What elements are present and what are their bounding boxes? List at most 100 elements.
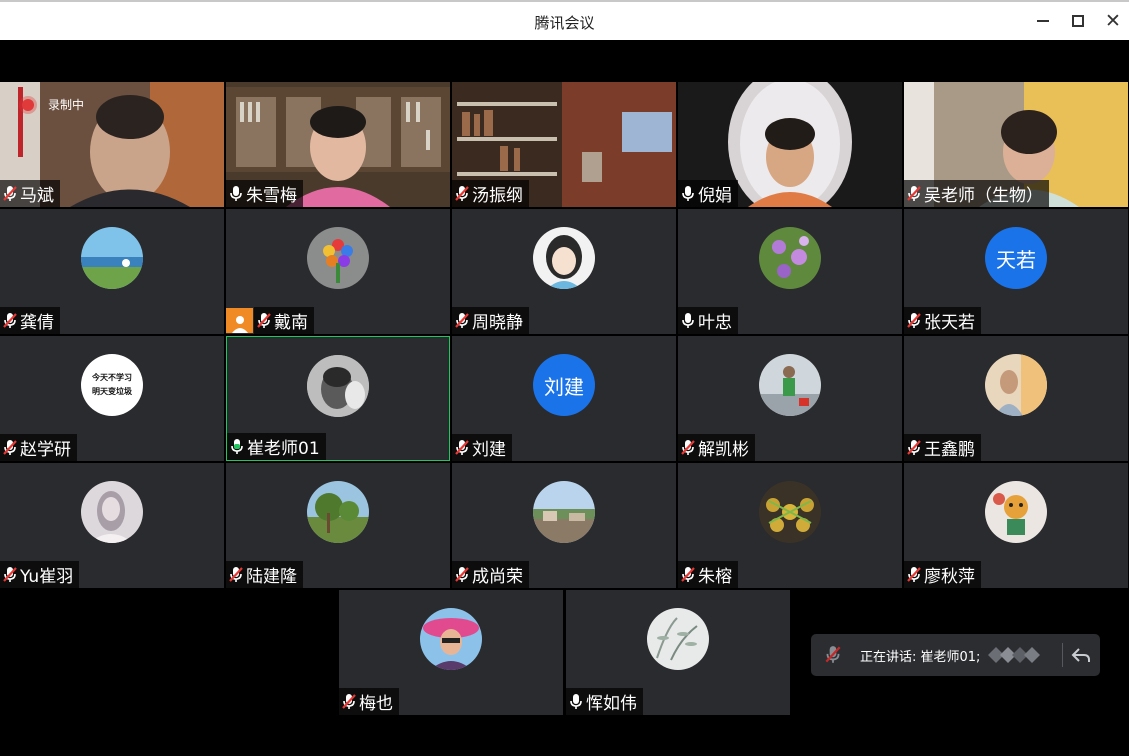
mic-muted-icon [454, 184, 470, 202]
participant-label: 刘建 [452, 434, 512, 461]
mic-muted-icon [2, 311, 18, 329]
participant-label: 解凯彬 [678, 434, 755, 461]
participant-tile[interactable]: 叶忠 [678, 209, 902, 334]
participant-tile[interactable]: 王鑫鹏 [904, 336, 1128, 461]
maximize-button[interactable] [1063, 8, 1093, 34]
maximize-icon [1072, 15, 1084, 27]
mic-muted-icon [906, 184, 922, 202]
recording-dot-icon [22, 98, 34, 111]
participant-label: Yu崔羽 [0, 561, 80, 588]
close-icon: ✕ [1105, 9, 1121, 32]
participant-tile[interactable]: 天若 张天若 [904, 209, 1128, 334]
avatar [81, 227, 143, 289]
recording-indicator: 录制中 [22, 96, 84, 113]
participant-tile-speaking[interactable]: 崔老师01 [226, 336, 450, 461]
avatar [533, 227, 595, 289]
participant-name: 朱雪梅 [246, 186, 297, 206]
participant-label: 朱雪梅 [226, 180, 303, 207]
participant-name: 解凯彬 [698, 440, 749, 460]
minimize-icon [1037, 20, 1049, 22]
recording-label: 录制中 [48, 98, 85, 112]
reply-back-icon[interactable] [1070, 644, 1092, 666]
participant-tile[interactable]: 倪娟 [678, 82, 902, 207]
participant-name: 崔老师01 [247, 439, 320, 459]
avatar [759, 354, 821, 416]
avatar [759, 481, 821, 543]
participant-label: 赵学研 [0, 434, 77, 461]
participant-name: 龚倩 [20, 313, 54, 333]
avatar-line-2: 明天变垃圾 [92, 387, 132, 396]
participant-name: 倪娟 [698, 186, 732, 206]
mic-on-icon [682, 311, 694, 329]
participant-name: 恽如伟 [586, 694, 637, 714]
mic-muted-icon [906, 438, 922, 456]
participant-label: 倪娟 [678, 180, 738, 207]
redacted-names [988, 647, 1041, 663]
participant-tile[interactable]: 朱雪梅 [226, 82, 450, 207]
participant-tile[interactable]: 廖秋萍 [904, 463, 1128, 588]
participant-name: 张天若 [924, 313, 975, 333]
participant-label: 廖秋萍 [904, 561, 981, 588]
participant-tile[interactable]: 朱榕 [678, 463, 902, 588]
participant-label: 戴南 [254, 307, 314, 334]
avatar [307, 355, 369, 417]
participant-tile[interactable]: 今天不学习 明天变垃圾 赵学研 [0, 336, 224, 461]
mic-muted-icon [2, 438, 18, 456]
participant-label: 恽如伟 [566, 688, 643, 715]
mic-muted-icon [680, 438, 696, 456]
avatar-text-image: 今天不学习 明天变垃圾 [81, 354, 143, 416]
participant-tile[interactable]: 刘建 刘建 [452, 336, 676, 461]
avatar [307, 227, 369, 289]
participant-name: 朱榕 [698, 567, 732, 587]
mic-muted-icon [454, 438, 470, 456]
mic-muted-icon [906, 311, 922, 329]
participant-name: 成尚荣 [472, 567, 523, 587]
avatar [759, 227, 821, 289]
avatar [81, 481, 143, 543]
avatar [307, 481, 369, 543]
participant-name: 戴南 [274, 313, 308, 333]
avatar [985, 481, 1047, 543]
participant-label: 朱榕 [678, 561, 738, 588]
participant-tile[interactable]: 戴南 [226, 209, 450, 334]
participant-label: 梅也 [339, 688, 399, 715]
avatar [420, 608, 482, 670]
mic-muted-icon [906, 565, 922, 583]
participant-tile[interactable]: 陆建隆 [226, 463, 450, 588]
participant-label: 龚倩 [0, 307, 60, 334]
mic-muted-icon[interactable] [823, 645, 843, 665]
participant-tile[interactable]: 成尚荣 [452, 463, 676, 588]
participant-label: 崔老师01 [227, 433, 326, 460]
mic-muted-icon [256, 311, 272, 329]
participant-label: 王鑫鹏 [904, 434, 981, 461]
participant-label: 汤振纲 [452, 180, 529, 207]
mic-speaking-icon [231, 437, 243, 455]
participant-name: 周晓静 [472, 313, 523, 333]
close-button[interactable]: ✕ [1098, 8, 1128, 34]
participant-label: 陆建隆 [226, 561, 303, 588]
active-speaker-label: 正在讲话: 崔老师01; [860, 649, 981, 665]
participant-tile[interactable]: 龚倩 [0, 209, 224, 334]
mic-muted-icon [2, 565, 18, 583]
participant-tile[interactable]: 恽如伟 [566, 590, 790, 715]
avatar [647, 608, 709, 670]
participant-label: 张天若 [904, 307, 981, 334]
participant-label: 周晓静 [452, 307, 529, 334]
avatar-initials: 天若 [985, 227, 1047, 289]
participant-tile[interactable]: Yu崔羽 [0, 463, 224, 588]
participant-name: 赵学研 [20, 440, 71, 460]
participant-tile[interactable]: 录制中 马斌 [0, 82, 224, 207]
participant-tile[interactable]: 解凯彬 [678, 336, 902, 461]
participant-tile[interactable]: 梅也 [339, 590, 563, 715]
participant-tile[interactable]: 周晓静 [452, 209, 676, 334]
participant-name: 王鑫鹏 [924, 440, 975, 460]
participant-tile[interactable]: 汤振纲 [452, 82, 676, 207]
participant-tile[interactable]: 吴老师（生物） [904, 82, 1128, 207]
panel-divider [1062, 643, 1063, 667]
participant-label: 吴老师（生物） [904, 180, 1049, 207]
participant-label: 成尚荣 [452, 561, 529, 588]
minimize-button[interactable] [1028, 8, 1058, 34]
participant-name: 刘建 [472, 440, 506, 460]
participant-name: Yu崔羽 [20, 567, 74, 587]
participant-name: 吴老师（生物） [924, 186, 1043, 206]
